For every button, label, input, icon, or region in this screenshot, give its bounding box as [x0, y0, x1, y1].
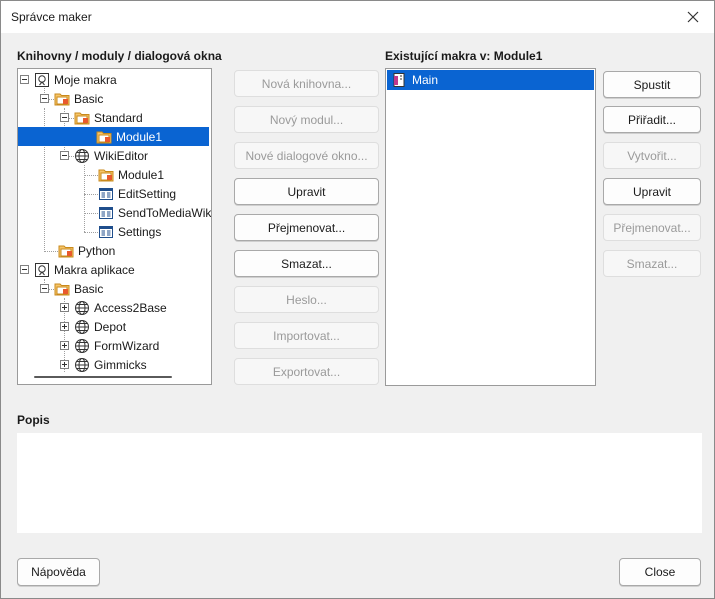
library-tree[interactable]: Moje makra Basic Standard Module1 WikiEd… [17, 68, 212, 385]
module-icon [96, 131, 112, 143]
tree-item-makra-aplikace[interactable]: Makra aplikace [20, 260, 135, 279]
tree-item-label: Depot [94, 319, 127, 334]
run-button[interactable]: Spustit [603, 71, 701, 98]
tree-item-label: Gimmicks [94, 357, 147, 372]
tree-item-module1[interactable]: Module1 [18, 127, 209, 146]
tree-item-basic[interactable]: Basic [40, 89, 103, 108]
description-label: Popis [17, 413, 50, 427]
dialog-icon [99, 187, 113, 200]
tree-item-label: Module1 [116, 129, 163, 144]
dialog-icon [99, 225, 113, 238]
collapse-icon[interactable] [40, 284, 49, 293]
rename-library-button[interactable]: Přejmenovat... [234, 214, 379, 241]
close-window-button[interactable] [680, 5, 706, 29]
tree-item-editsetting[interactable]: EditSetting [98, 184, 176, 203]
delete-macro-button[interactable]: Smazat... [603, 250, 701, 277]
tree-horizontal-scrollbar[interactable] [34, 376, 172, 378]
collapse-icon[interactable] [20, 265, 29, 274]
macros-list[interactable]: Main [385, 68, 596, 386]
collapse-icon[interactable] [60, 113, 69, 122]
macro-item-main[interactable]: Main [387, 70, 594, 90]
macros-root-icon [35, 262, 49, 277]
tree-item-gimmicks[interactable]: Gimmicks [60, 355, 147, 374]
tree-item-label: Access2Base [94, 300, 167, 315]
library-section-label: Knihovny / moduly / dialogová okna [17, 49, 222, 63]
new-dialog-button[interactable]: Nové dialogové okno... [234, 142, 379, 169]
macros-root-icon [35, 72, 49, 87]
close-icon [687, 11, 699, 23]
collapse-icon[interactable] [20, 75, 29, 84]
library-globe-icon [75, 148, 89, 163]
macro-item-label: Main [412, 73, 439, 87]
tree-item-label: Moje makra [54, 72, 117, 87]
tree-item-label: EditSetting [118, 186, 177, 201]
tree-item-access2base[interactable]: Access2Base [60, 298, 167, 317]
expand-icon[interactable] [60, 303, 69, 312]
folder-icon [54, 283, 70, 295]
expand-icon[interactable] [60, 341, 69, 350]
tree-item-label: Basic [74, 281, 104, 296]
edit-macro-button[interactable]: Upravit [603, 178, 701, 205]
help-button[interactable]: Nápověda [17, 558, 100, 586]
folder-icon [54, 93, 70, 105]
tree-item-moje-makra[interactable]: Moje makra [20, 70, 117, 89]
tree-item-wikieditor[interactable]: WikiEditor [60, 146, 148, 165]
tree-item-python[interactable]: Python [58, 241, 115, 260]
tree-item-label: Standard [94, 110, 143, 125]
library-globe-icon [75, 357, 89, 372]
tree-item-formwizard[interactable]: FormWizard [60, 336, 159, 355]
tree-item-label: Settings [118, 224, 162, 239]
tree-item-label: SendToMediaWik [118, 205, 212, 220]
tree-item-label: Basic [74, 91, 104, 106]
folder-icon [74, 112, 90, 124]
window-title: Správce maker [11, 10, 92, 24]
module-icon [98, 169, 114, 181]
expand-icon[interactable] [60, 360, 69, 369]
expand-icon[interactable] [60, 322, 69, 331]
tree-item-settings[interactable]: Settings [98, 222, 161, 241]
library-globe-icon [75, 319, 89, 334]
dialog-icon [99, 206, 113, 219]
new-library-button[interactable]: Nová knihovna... [234, 70, 379, 97]
macro-icon [393, 73, 405, 87]
import-button[interactable]: Importovat... [234, 322, 379, 349]
tree-item-label: Makra aplikace [54, 262, 135, 277]
tree-item-label: Module1 [118, 167, 165, 182]
macro-manager-dialog: Správce maker Knihovny / moduly / dialog… [0, 0, 715, 599]
assign-button[interactable]: Přiřadit... [603, 106, 701, 133]
rename-macro-button[interactable]: Přejmenovat... [603, 214, 701, 241]
close-button[interactable]: Close [619, 558, 701, 586]
export-button[interactable]: Exportovat... [234, 358, 379, 385]
tree-item-app-basic[interactable]: Basic [40, 279, 103, 298]
tree-item-sendtomediawiki[interactable]: SendToMediaWik [98, 203, 211, 222]
library-globe-icon [75, 338, 89, 353]
title-bar: Správce maker [1, 1, 714, 33]
tree-item-label: Python [78, 243, 116, 258]
collapse-icon[interactable] [60, 151, 69, 160]
tree-item-depot[interactable]: Depot [60, 317, 126, 336]
library-globe-icon [75, 300, 89, 315]
delete-library-button[interactable]: Smazat... [234, 250, 379, 277]
edit-library-button[interactable]: Upravit [234, 178, 379, 205]
new-module-button[interactable]: Nový modul... [234, 106, 379, 133]
macros-section-label: Existující makra v: Module1 [385, 49, 543, 63]
password-button[interactable]: Heslo... [234, 286, 379, 313]
folder-icon [58, 245, 74, 257]
tree-item-label: WikiEditor [94, 148, 149, 163]
collapse-icon[interactable] [40, 94, 49, 103]
description-box [17, 433, 702, 533]
create-button[interactable]: Vytvořit... [603, 142, 701, 169]
tree-item-label: FormWizard [94, 338, 160, 353]
tree-item-standard[interactable]: Standard [60, 108, 143, 127]
tree-item-wikieditor-module1[interactable]: Module1 [98, 165, 164, 184]
